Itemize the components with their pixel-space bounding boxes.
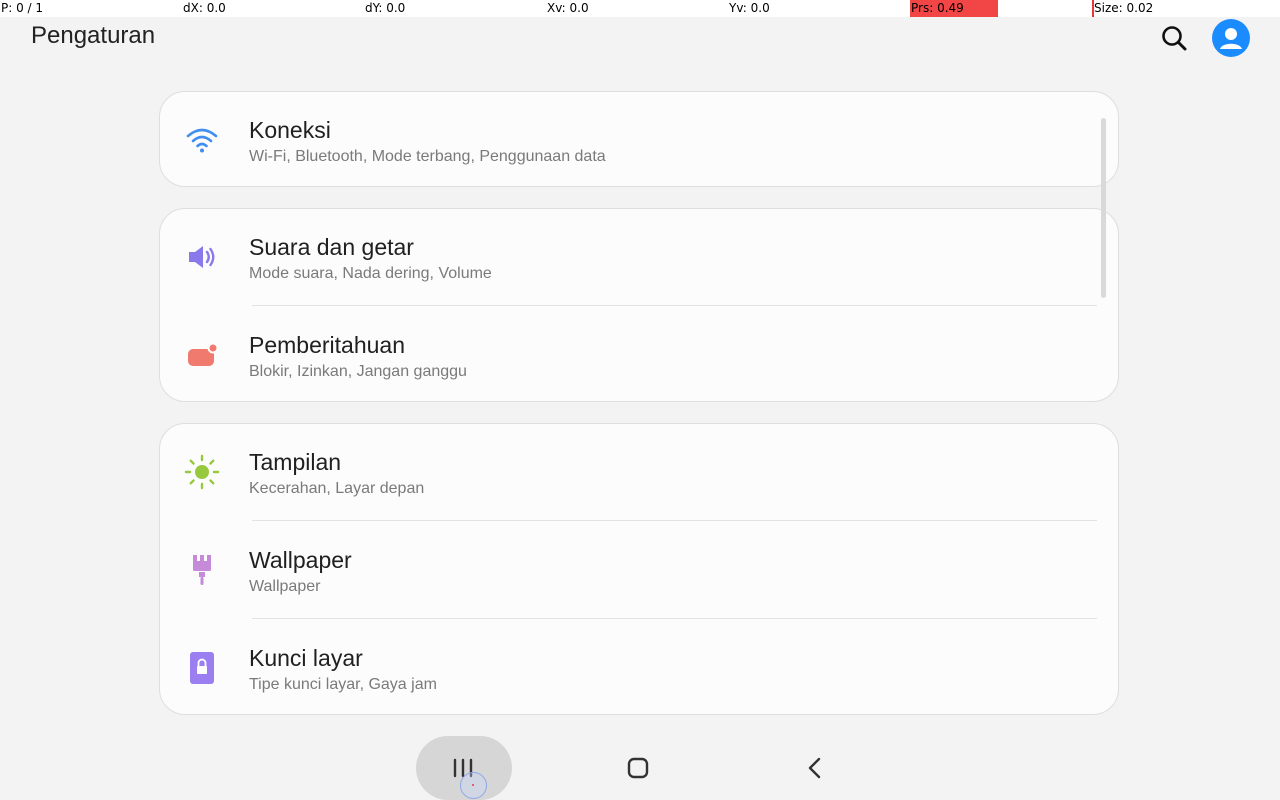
back-button[interactable] xyxy=(798,750,832,786)
navigation-bar xyxy=(0,730,1280,800)
settings-item-label: Pemberitahuan xyxy=(249,332,405,358)
settings-item-description: Tipe kunci layar, Gaya jam xyxy=(249,676,437,693)
page-title: Pengaturan xyxy=(31,22,156,49)
delta-y: dY: 0.0 xyxy=(365,1,406,15)
settings-item-lockscreen[interactable]: Kunci layar Tipe kunci layar, Gaya jam xyxy=(160,620,1118,714)
settings-item-display[interactable]: Tampilan Kecerahan, Layar depan xyxy=(160,424,1118,521)
home-icon xyxy=(627,757,649,779)
settings-item-label: Wallpaper xyxy=(249,547,352,573)
settings-item-label: Koneksi xyxy=(249,117,331,143)
velocity-x: Xv: 0.0 xyxy=(547,1,589,15)
settings-item-label: Kunci layar xyxy=(249,645,363,671)
home-button[interactable] xyxy=(620,750,656,786)
divider xyxy=(252,305,1097,306)
touch-indicator xyxy=(460,772,487,799)
settings-item-description: Mode suara, Nada dering, Volume xyxy=(249,265,492,282)
account-button[interactable] xyxy=(1212,19,1250,57)
size-value: Size: 0.02 xyxy=(1094,1,1154,15)
scrollbar[interactable] xyxy=(1101,118,1106,298)
velocity-y: Yv: 0.0 xyxy=(729,1,770,15)
settings-item-description: Kecerahan, Layar depan xyxy=(249,480,425,497)
speaker-icon xyxy=(182,239,222,275)
lock-icon xyxy=(182,650,222,686)
settings-item-description: Blokir, Izinkan, Jangan ganggu xyxy=(249,363,467,380)
sound-notifications-card: Suara dan getar Mode suara, Nada dering,… xyxy=(159,208,1119,402)
settings-item-notifications[interactable]: Pemberitahuan Blokir, Izinkan, Jangan ga… xyxy=(160,307,1118,404)
display-wallpaper-lock-card: Tampilan Kecerahan, Layar depan Wallpape… xyxy=(159,423,1119,715)
settings-item-label: Tampilan xyxy=(249,449,342,475)
brush-icon xyxy=(182,552,222,588)
wifi-icon xyxy=(182,122,222,158)
pressure-value: Prs: 0.49 xyxy=(911,1,964,15)
divider xyxy=(252,618,1097,619)
search-button[interactable] xyxy=(1156,20,1192,56)
settings-item-sound[interactable]: Suara dan getar Mode suara, Nada dering,… xyxy=(160,209,1118,306)
connections-card: Koneksi Wi-Fi, Bluetooth, Mode terbang, … xyxy=(159,91,1119,187)
settings-item-connections[interactable]: Koneksi Wi-Fi, Bluetooth, Mode terbang, … xyxy=(160,92,1118,186)
notification-badge-icon xyxy=(182,337,222,373)
account-icon xyxy=(1220,28,1242,49)
settings-item-description: Wi-Fi, Bluetooth, Mode terbang, Pengguna… xyxy=(249,148,606,165)
back-icon xyxy=(808,757,821,779)
pointer-count: P: 0 / 1 xyxy=(1,1,44,15)
brightness-icon xyxy=(182,454,222,490)
settings-item-label: Suara dan getar xyxy=(249,234,414,260)
settings-item-wallpaper[interactable]: Wallpaper Wallpaper xyxy=(160,522,1118,619)
delta-x: dX: 0.0 xyxy=(183,1,226,15)
search-icon xyxy=(1162,26,1187,51)
divider xyxy=(252,520,1097,521)
settings-item-description: Wallpaper xyxy=(249,578,321,595)
pointer-location-bar: P: 0 / 1 dX: 0.0 dY: 0.0 Xv: 0.0 Yv: 0.0… xyxy=(0,0,1280,17)
